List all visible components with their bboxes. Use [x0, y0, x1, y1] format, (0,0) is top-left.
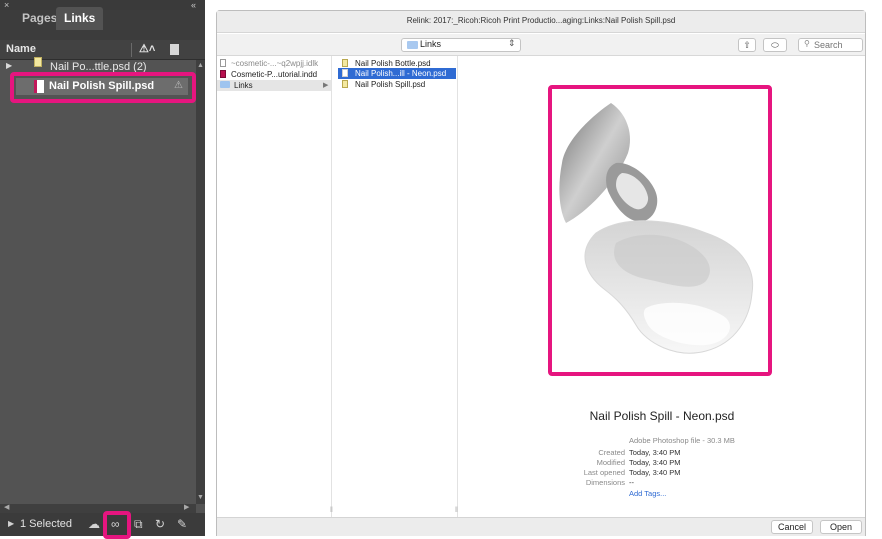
dialog-title: Relink: 2017:_Ricoh:Ricoh Print Producti… [406, 16, 676, 25]
dimensions-value: -- [629, 478, 634, 487]
folder-icon [407, 41, 418, 49]
file-name: Nail Polish...ill - Neon.psd [355, 69, 447, 78]
highlight-callout-relink [103, 511, 131, 539]
status-column-icon[interactable]: ⚠˄ [139, 42, 155, 55]
folder-name: Links [234, 81, 253, 90]
file-item-indd[interactable]: Cosmetic-P...utorial.indd [219, 69, 331, 80]
browser-column-1 [217, 56, 332, 517]
update-link-icon[interactable]: ↻ [155, 517, 165, 531]
location-label: Links [420, 39, 442, 49]
open-button[interactable]: Open [820, 520, 862, 534]
name-column-label[interactable]: Name [6, 43, 36, 55]
column-resize-handle[interactable]: ǁ [330, 507, 333, 514]
search-icon: ⚲ [804, 39, 810, 48]
go-to-link-icon[interactable]: ⧉ [134, 517, 143, 532]
preview-file-kind: Adobe Photoshop file - 30.3 MB [629, 436, 735, 445]
tab-links[interactable]: Links [56, 7, 104, 30]
relink-cc-libraries-icon[interactable]: ☁ [88, 517, 100, 531]
chevron-right-icon: ▶ [323, 82, 329, 89]
indesign-file-icon [220, 70, 226, 78]
scroll-left-arrow-icon[interactable]: ◀ [4, 503, 9, 511]
created-label: Created [598, 448, 625, 457]
file-name: Nail Polish Spill.psd [355, 80, 426, 89]
page-column-icon[interactable] [170, 44, 179, 55]
psd-file-icon [342, 59, 348, 67]
tag-icon[interactable]: ⬭ [763, 38, 787, 52]
psd-file-icon [342, 80, 348, 88]
last-opened-value: Today, 3:40 PM [629, 468, 681, 477]
modified-value: Today, 3:40 PM [629, 458, 681, 467]
chevron-updown-icon[interactable]: ⇕ [508, 38, 516, 49]
link-info-toggle-icon[interactable]: ▶ [8, 519, 14, 528]
edit-original-icon[interactable]: ✎ [177, 517, 187, 531]
dialog-footer [217, 517, 865, 536]
modified-label: Modified [596, 458, 625, 467]
file-name: ~cosmetic-...~q2wpjj.idlk [231, 59, 319, 68]
psd-file-icon [342, 69, 348, 77]
psd-file-icon [34, 57, 42, 67]
file-item-spill[interactable]: Nail Polish Spill.psd [338, 79, 456, 90]
file-name: Cosmetic-P...utorial.indd [231, 70, 318, 79]
highlight-callout-row [10, 72, 196, 103]
file-item-neon[interactable]: Nail Polish...ill - Neon.psd [338, 68, 456, 79]
horizontal-scrollbar[interactable] [0, 504, 196, 513]
file-item-idlk[interactable]: ~cosmetic-...~q2wpjj.idlk [219, 58, 331, 69]
folder-icon [220, 81, 230, 88]
scroll-right-arrow-icon[interactable]: ▶ [184, 503, 189, 511]
share-icon[interactable]: ⇧ [738, 38, 756, 52]
expand-triangle-icon[interactable]: ▶ [6, 61, 12, 70]
preview-file-name: Nail Polish Spill - Neon.psd [589, 409, 735, 423]
links-column-header: Name ⚠˄ [0, 40, 205, 60]
selection-count: 1 Selected [20, 518, 72, 530]
scroll-up-arrow-icon[interactable]: ▲ [196, 62, 205, 70]
dimensions-label: Dimensions [585, 478, 625, 487]
cancel-button[interactable]: Cancel [771, 520, 813, 534]
add-tags-link[interactable]: Add Tags... [629, 489, 666, 498]
close-panel-icon[interactable]: × [4, 0, 9, 10]
collapse-panel-icon[interactable]: « [191, 0, 196, 10]
highlight-callout-preview [548, 85, 772, 376]
column-resize-handle[interactable]: ǁ [455, 507, 458, 514]
created-value: Today, 3:40 PM [629, 448, 681, 457]
location-dropdown[interactable] [401, 38, 521, 52]
scroll-down-arrow-icon[interactable]: ▼ [196, 494, 205, 502]
last-opened-label: Last opened [583, 468, 625, 477]
folder-item-links[interactable]: Links ▶ [217, 80, 331, 91]
column-divider [131, 43, 132, 57]
links-list [0, 60, 196, 504]
file-icon [220, 59, 226, 67]
vertical-scrollbar[interactable] [196, 60, 205, 504]
